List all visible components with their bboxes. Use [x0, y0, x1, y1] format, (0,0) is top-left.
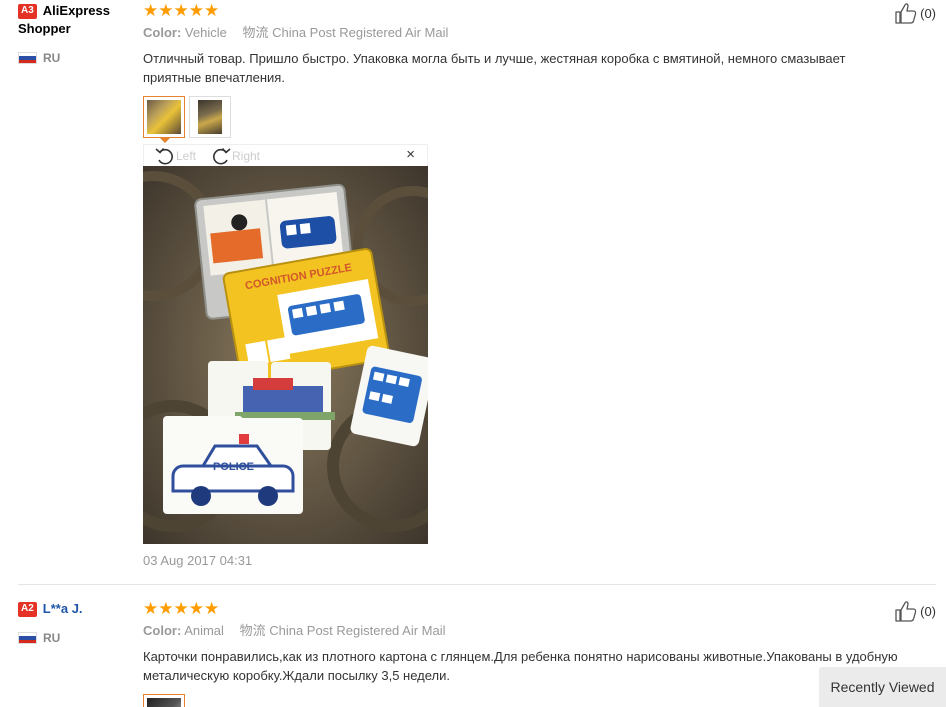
- review-date: 03 Aug 2017 04:31: [143, 553, 253, 568]
- helpful-count: (0): [920, 603, 936, 619]
- russia-flag-icon: [18, 632, 37, 644]
- rating-stars: ★★★★★: [143, 1, 220, 20]
- level-badge: A3: [18, 4, 37, 19]
- close-viewer-button[interactable]: ×: [406, 147, 415, 162]
- rotate-left-icon: [155, 147, 173, 165]
- review-thumbnails: [143, 96, 903, 143]
- level-badge: A2: [18, 602, 37, 617]
- rotate-left-label: Left: [176, 149, 197, 163]
- reviewer-country: RU: [18, 50, 136, 66]
- review-body: ★★★★★ Color: Animal 物流 China Post Regist…: [143, 600, 903, 707]
- recently-viewed-button[interactable]: Recently Viewed: [819, 667, 946, 707]
- shipping-info: 物流 China Post Registered Air Mail: [240, 623, 446, 638]
- review-meta: Color: Animal 物流 China Post Registered A…: [143, 623, 903, 639]
- review-meta: Color: Vehicle 物流 China Post Registered …: [143, 25, 903, 41]
- review-divider: [18, 584, 936, 585]
- shipping-method: China Post Registered Air Mail: [272, 25, 449, 40]
- review-thumbnail[interactable]: [143, 694, 185, 707]
- reviewer-country: RU: [18, 630, 136, 646]
- active-caret-icon: [160, 138, 170, 143]
- country-code: RU: [43, 631, 61, 645]
- review-text: Карточки понравились,как из плотного кар…: [143, 649, 898, 683]
- review-item: A2 L**a J. RU ★★★★★ Color: Animal 物流 Chin…: [0, 586, 946, 707]
- shipping-info: 物流 China Post Registered Air Mail: [242, 25, 448, 40]
- helpful-count: (0): [920, 5, 936, 21]
- review-item: A3 AliExpress Shopper RU ★★★★★ Color: Veh…: [0, 0, 946, 586]
- rotate-right-icon: [213, 147, 231, 165]
- thumbs-up-icon: [895, 3, 917, 24]
- helpful-button[interactable]: (0): [894, 600, 936, 622]
- review-thumbnail[interactable]: [143, 96, 185, 143]
- logistics-icon: 物流: [242, 25, 269, 40]
- card-label: POLICE: [213, 461, 254, 473]
- russia-flag-icon: [18, 52, 37, 64]
- thumbs-up-icon: [895, 601, 917, 622]
- image-viewer: Left Right × COGNITION PUZZLE POLICE: [143, 144, 428, 544]
- review-body: ★★★★★ Color: Vehicle 物流 China Post Regis…: [143, 1, 903, 143]
- color-label: Color:: [143, 25, 182, 40]
- color-value: Animal: [184, 623, 224, 638]
- logistics-icon: 物流: [239, 623, 266, 638]
- viewer-toolbar: Left Right ×: [143, 144, 428, 166]
- reviewer-name[interactable]: L**a J.: [43, 601, 83, 616]
- review-thumbnail[interactable]: [189, 96, 231, 138]
- reviewer-info: A2 L**a J. RU: [18, 600, 136, 646]
- review-photo: COGNITION PUZZLE POLICE: [143, 166, 428, 544]
- shipping-method: China Post Registered Air Mail: [269, 623, 446, 638]
- rating-stars: ★★★★★: [143, 599, 220, 618]
- reviewer-info: A3 AliExpress Shopper RU: [18, 2, 136, 66]
- review-text: Отличный товар. Пришло быстро. Упаковка …: [143, 51, 846, 85]
- country-code: RU: [43, 51, 61, 65]
- rotate-right-label: Right: [232, 149, 261, 163]
- rotate-right-button[interactable]: Right: [210, 146, 260, 166]
- helpful-button[interactable]: (0): [894, 2, 936, 24]
- rotate-left-button[interactable]: Left: [154, 146, 196, 166]
- review-thumbnails: [143, 694, 903, 707]
- color-label: Color:: [143, 623, 182, 638]
- color-value: Vehicle: [184, 25, 227, 40]
